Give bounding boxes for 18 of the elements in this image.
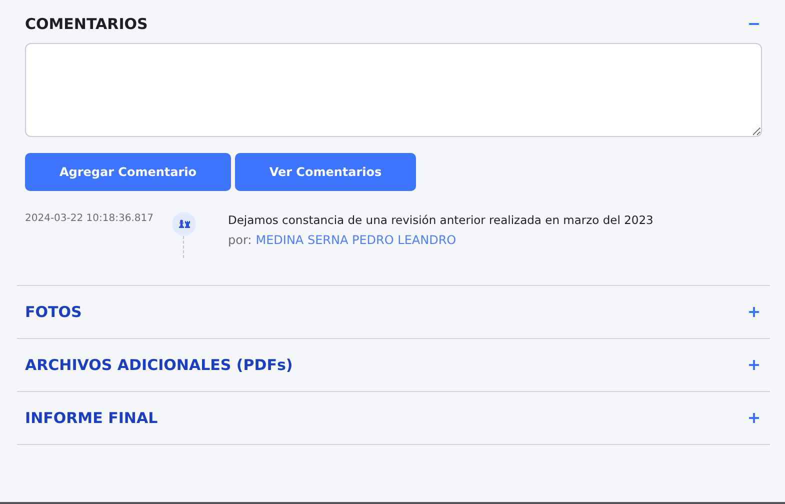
comment-text: Dejamos constancia de una revisión anterior realizada en marzo del 2023 — [228, 213, 654, 227]
plus-icon — [748, 359, 760, 371]
comment-field[interactable] — [25, 43, 762, 137]
section-title: INFORME FINAL — [25, 409, 158, 427]
comment-timestamp: 2024-03-22 10:18:36.817 — [25, 213, 154, 226]
author-label: por: — [228, 233, 252, 247]
plus-icon — [748, 412, 760, 424]
user-icon — [172, 212, 196, 236]
toggle-button[interactable] — [746, 357, 762, 373]
plus-icon — [748, 306, 760, 318]
action-button[interactable]: Agregar Comentario — [25, 153, 231, 191]
section-title: FOTOS — [25, 303, 82, 321]
author-link[interactable]: MEDINA SERNA PEDRO LEANDRO — [256, 233, 456, 247]
section-title: ARCHIVOS ADICIONALES (PDFs) — [25, 356, 293, 374]
toggle-button[interactable] — [746, 410, 762, 426]
toggle-button[interactable] — [746, 304, 762, 320]
section-title: COMENTARIOS — [25, 15, 148, 33]
action-button[interactable]: Ver Comentarios — [235, 153, 416, 191]
